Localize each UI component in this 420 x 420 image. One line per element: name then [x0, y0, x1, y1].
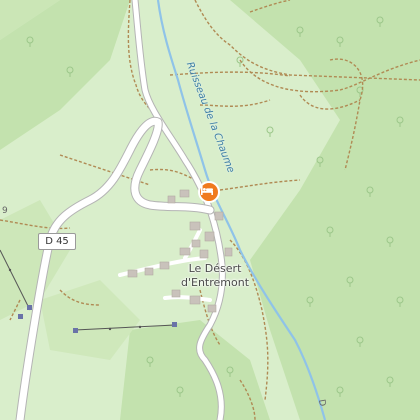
place-label-line2: d'Entremont	[180, 276, 250, 289]
building	[189, 221, 201, 231]
building	[204, 231, 215, 242]
building	[199, 249, 209, 259]
building	[179, 189, 190, 198]
place-label-line1: Le Désert	[188, 262, 242, 275]
place-label[interactable]: Le Désert d'Entremont	[150, 262, 280, 290]
building	[207, 304, 217, 313]
building	[189, 295, 201, 305]
edge-label-left: 9	[2, 206, 8, 216]
lodging-marker[interactable]	[198, 181, 220, 203]
tree-icon	[266, 126, 274, 137]
building	[224, 247, 233, 257]
map-base-layer	[0, 0, 420, 420]
building	[191, 239, 201, 248]
track	[219, 179, 301, 191]
building	[171, 289, 181, 298]
building	[214, 211, 224, 221]
building	[127, 269, 138, 278]
forest-area	[40, 280, 140, 360]
bed-icon	[201, 186, 213, 195]
building	[179, 247, 191, 256]
forest-area	[120, 320, 270, 420]
map-canvas[interactable]: Ruisseau de la Chaume D 45 D 9 Le Désert…	[0, 0, 420, 420]
forest-area	[230, 0, 420, 420]
road-ref-shield: D 45	[38, 233, 76, 250]
building	[167, 195, 176, 204]
